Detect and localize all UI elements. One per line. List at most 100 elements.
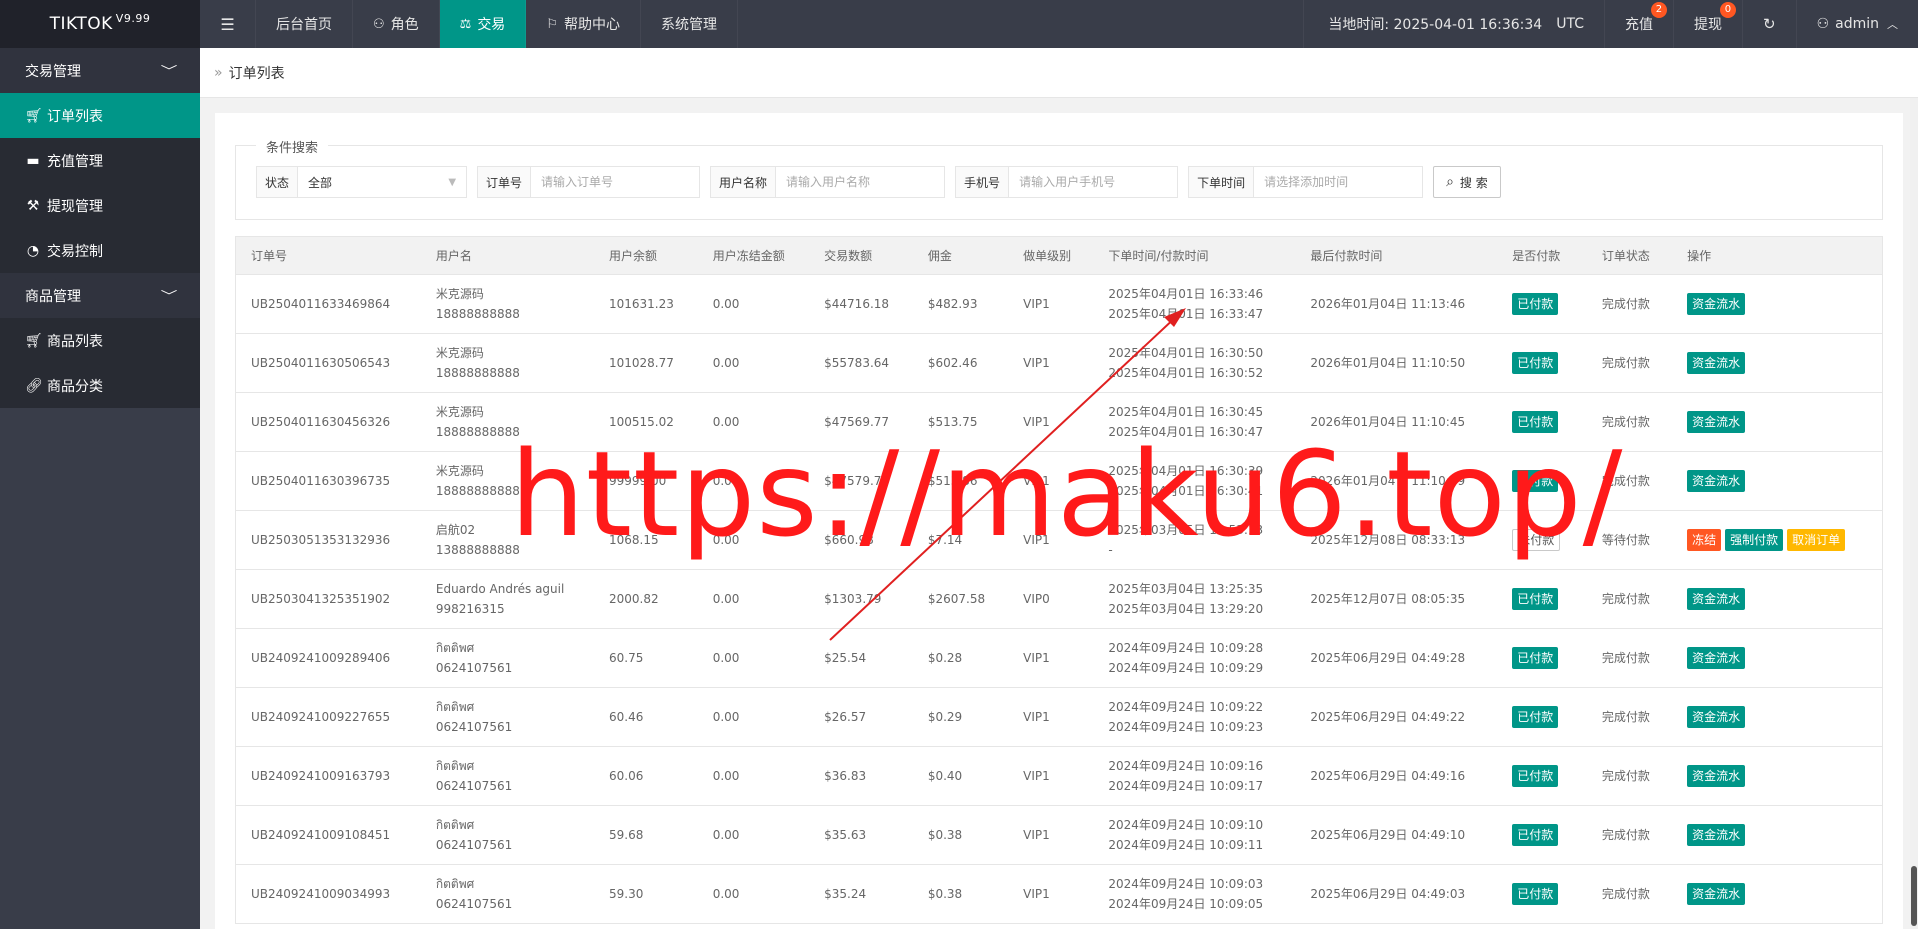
flag-icon: ⚐ [546,16,558,32]
cell-status: 完成付款 [1586,805,1673,865]
search-button[interactable]: ⌕ 搜 索 [1433,166,1501,198]
sidebar-item-orders[interactable]: 🛒︎ 订单列表 [0,93,200,138]
sidebar-item-control[interactable]: ◔ 交易控制 [0,228,200,273]
table-body: UB2504011633469864 米克源码 18888888888 101631.… [234,274,1884,924]
sidebar-group-trade[interactable]: 交易管理 ﹀ [0,48,200,93]
action-button[interactable]: 资金流水 [1687,883,1746,905]
page-scrollbar[interactable] [1910,98,1918,929]
cell-amount: $47579.70 [809,451,913,511]
col-amount: 交易数额 [809,236,913,275]
cell-order-time: 2025年04月01日 16:30:39 [1108,464,1264,478]
cell-balance: 60.46 [594,687,698,747]
user-input[interactable] [776,167,945,197]
cell-level: VIP1 [1008,510,1094,570]
refresh-icon[interactable]: ↻ [1741,0,1796,48]
cell-paid: 已付款 [1497,628,1587,688]
action-button[interactable]: 资金流水 [1687,293,1746,315]
action-button[interactable]: 资金流水 [1687,647,1746,669]
cell-actions: 资金流水 [1672,274,1884,334]
recharge-button[interactable]: 充值 2 [1603,0,1673,48]
cell-actions: 资金流水 [1672,333,1884,393]
user-menu[interactable]: ⚇ admin ︿ [1795,0,1918,48]
sidebar-item-label: 提现管理 [47,198,103,215]
action-button[interactable]: 冻结 [1687,529,1722,551]
sidebar-item-withdraw[interactable]: ⚒ 提现管理 [0,183,200,228]
cell-frozen: 0.00 [697,687,810,747]
sidebar-item-goods-category[interactable]: 🔗︎ 商品分类 [0,363,200,408]
action-button[interactable]: 强制付款 [1725,529,1784,551]
phone-input[interactable] [1009,167,1178,197]
cell-user-phone: 18888888888 [435,425,520,439]
cell-amount: $660.98 [809,510,913,570]
nav-help[interactable]: ⚐ 帮助中心 [526,0,641,48]
filters: 状态 全部 ▼ 订单号 用户名称 手机号 [256,166,1882,198]
cell-pay-time: 2024年09月24日 10:09:05 [1108,897,1264,911]
cell-order-id: UB2504011630456326 [234,392,421,452]
paid-badge: 已付款 [1512,293,1559,315]
sidebar-item-recharge[interactable]: ▬ 充值管理 [0,138,200,183]
action-button[interactable]: 资金流水 [1687,470,1746,492]
version: V9.99 [115,11,151,25]
cell-user-phone: 18888888888 [435,366,520,380]
nav-home[interactable]: 后台首页 [256,0,353,48]
action-button[interactable]: 资金流水 [1687,411,1746,433]
withdraw-button[interactable]: 提现 0 [1672,0,1742,48]
phone-filter: 手机号 [955,166,1179,198]
cell-order-id: UB2409241009034993 [234,864,421,924]
cell-paid: 未付款 [1497,510,1587,570]
table-row: UB2504011630456326 米克源码 18888888888 100515.… [234,392,1884,452]
cell-order-id: UB2409241009289406 [234,628,421,688]
cell-user-phone: 0624107561 [435,897,513,911]
cell-user: 米克源码 18888888888 [420,274,594,334]
breadcrumb: » 订单列表 [200,48,1918,98]
cell-status: 完成付款 [1586,687,1673,747]
cell-commission: $513.75 [912,392,1009,452]
cell-balance: 101028.77 [594,333,698,393]
cell-actions: 资金流水 [1672,805,1884,865]
action-button[interactable]: 资金流水 [1687,765,1746,787]
cell-pay-time: 2025年04月01日 16:30:47 [1108,425,1264,439]
main-card: 条件搜索 状态 全部 ▼ 订单号 用户名称 [215,113,1903,929]
cell-user-name: 米克源码 [435,405,484,419]
cell-actions: 资金流水 [1672,569,1884,629]
nav-system[interactable]: 系统管理 [641,0,738,48]
cell-last-pay: 2025年06月29日 04:49:10 [1295,805,1498,865]
menu-toggle-icon[interactable]: ☰ [200,0,256,48]
top-bar: TIKTOK V9.99 ☰ 后台首页 ⚇ 角色 ⚖ 交易 ⚐ 帮助中心 系统管理 当地… [0,0,1918,48]
cell-paid: 已付款 [1497,451,1587,511]
action-button[interactable]: 资金流水 [1687,352,1746,374]
cell-amount: $36.83 [809,746,913,806]
cell-status: 完成付款 [1586,333,1673,393]
action-button[interactable]: 取消订单 [1787,529,1846,551]
col-level: 做单级别 [1008,236,1094,275]
user-name: admin [1835,16,1879,32]
cell-order-time: 2025年04月01日 16:33:46 [1108,287,1264,301]
table-row: UB2504011630506543 米克源码 18888888888 101028.… [234,333,1884,393]
cell-amount: $1303.79 [809,569,913,629]
top-nav: ☰ 后台首页 ⚇ 角色 ⚖ 交易 ⚐ 帮助中心 系统管理 [200,0,738,48]
paid-badge: 已付款 [1512,470,1559,492]
nav-role[interactable]: ⚇ 角色 [353,0,440,48]
order-input[interactable] [531,167,700,197]
action-button[interactable]: 资金流水 [1687,706,1746,728]
sidebar-group-goods[interactable]: 商品管理 ﹀ [0,273,200,318]
cell-user: กิตติพศ 0624107561 [420,805,594,865]
paid-badge: 已付款 [1512,411,1559,433]
action-button[interactable]: 资金流水 [1687,824,1746,846]
status-select[interactable]: 全部 ▼ [298,167,466,197]
logo[interactable]: TIKTOK V9.99 [0,0,200,48]
cell-status: 完成付款 [1586,569,1673,629]
scrollbar-thumb[interactable] [1911,866,1917,926]
sidebar-item-goods-list[interactable]: 🛒︎ 商品列表 [0,318,200,363]
cell-user: กิตติพศ 0624107561 [420,687,594,747]
cell-status: 等待付款 [1586,510,1673,570]
cell-last-pay: 2025年06月29日 04:49:28 [1295,628,1498,688]
time-input[interactable] [1254,167,1423,197]
search-legend: 条件搜索 [256,137,329,156]
cell-frozen: 0.00 [697,569,810,629]
cell-order-id: UB2504011630506543 [234,333,421,393]
action-button[interactable]: 资金流水 [1687,588,1746,610]
col-status: 订单状态 [1586,236,1673,275]
cell-user-phone: 0624107561 [435,661,513,675]
nav-trade[interactable]: ⚖ 交易 [439,0,527,48]
